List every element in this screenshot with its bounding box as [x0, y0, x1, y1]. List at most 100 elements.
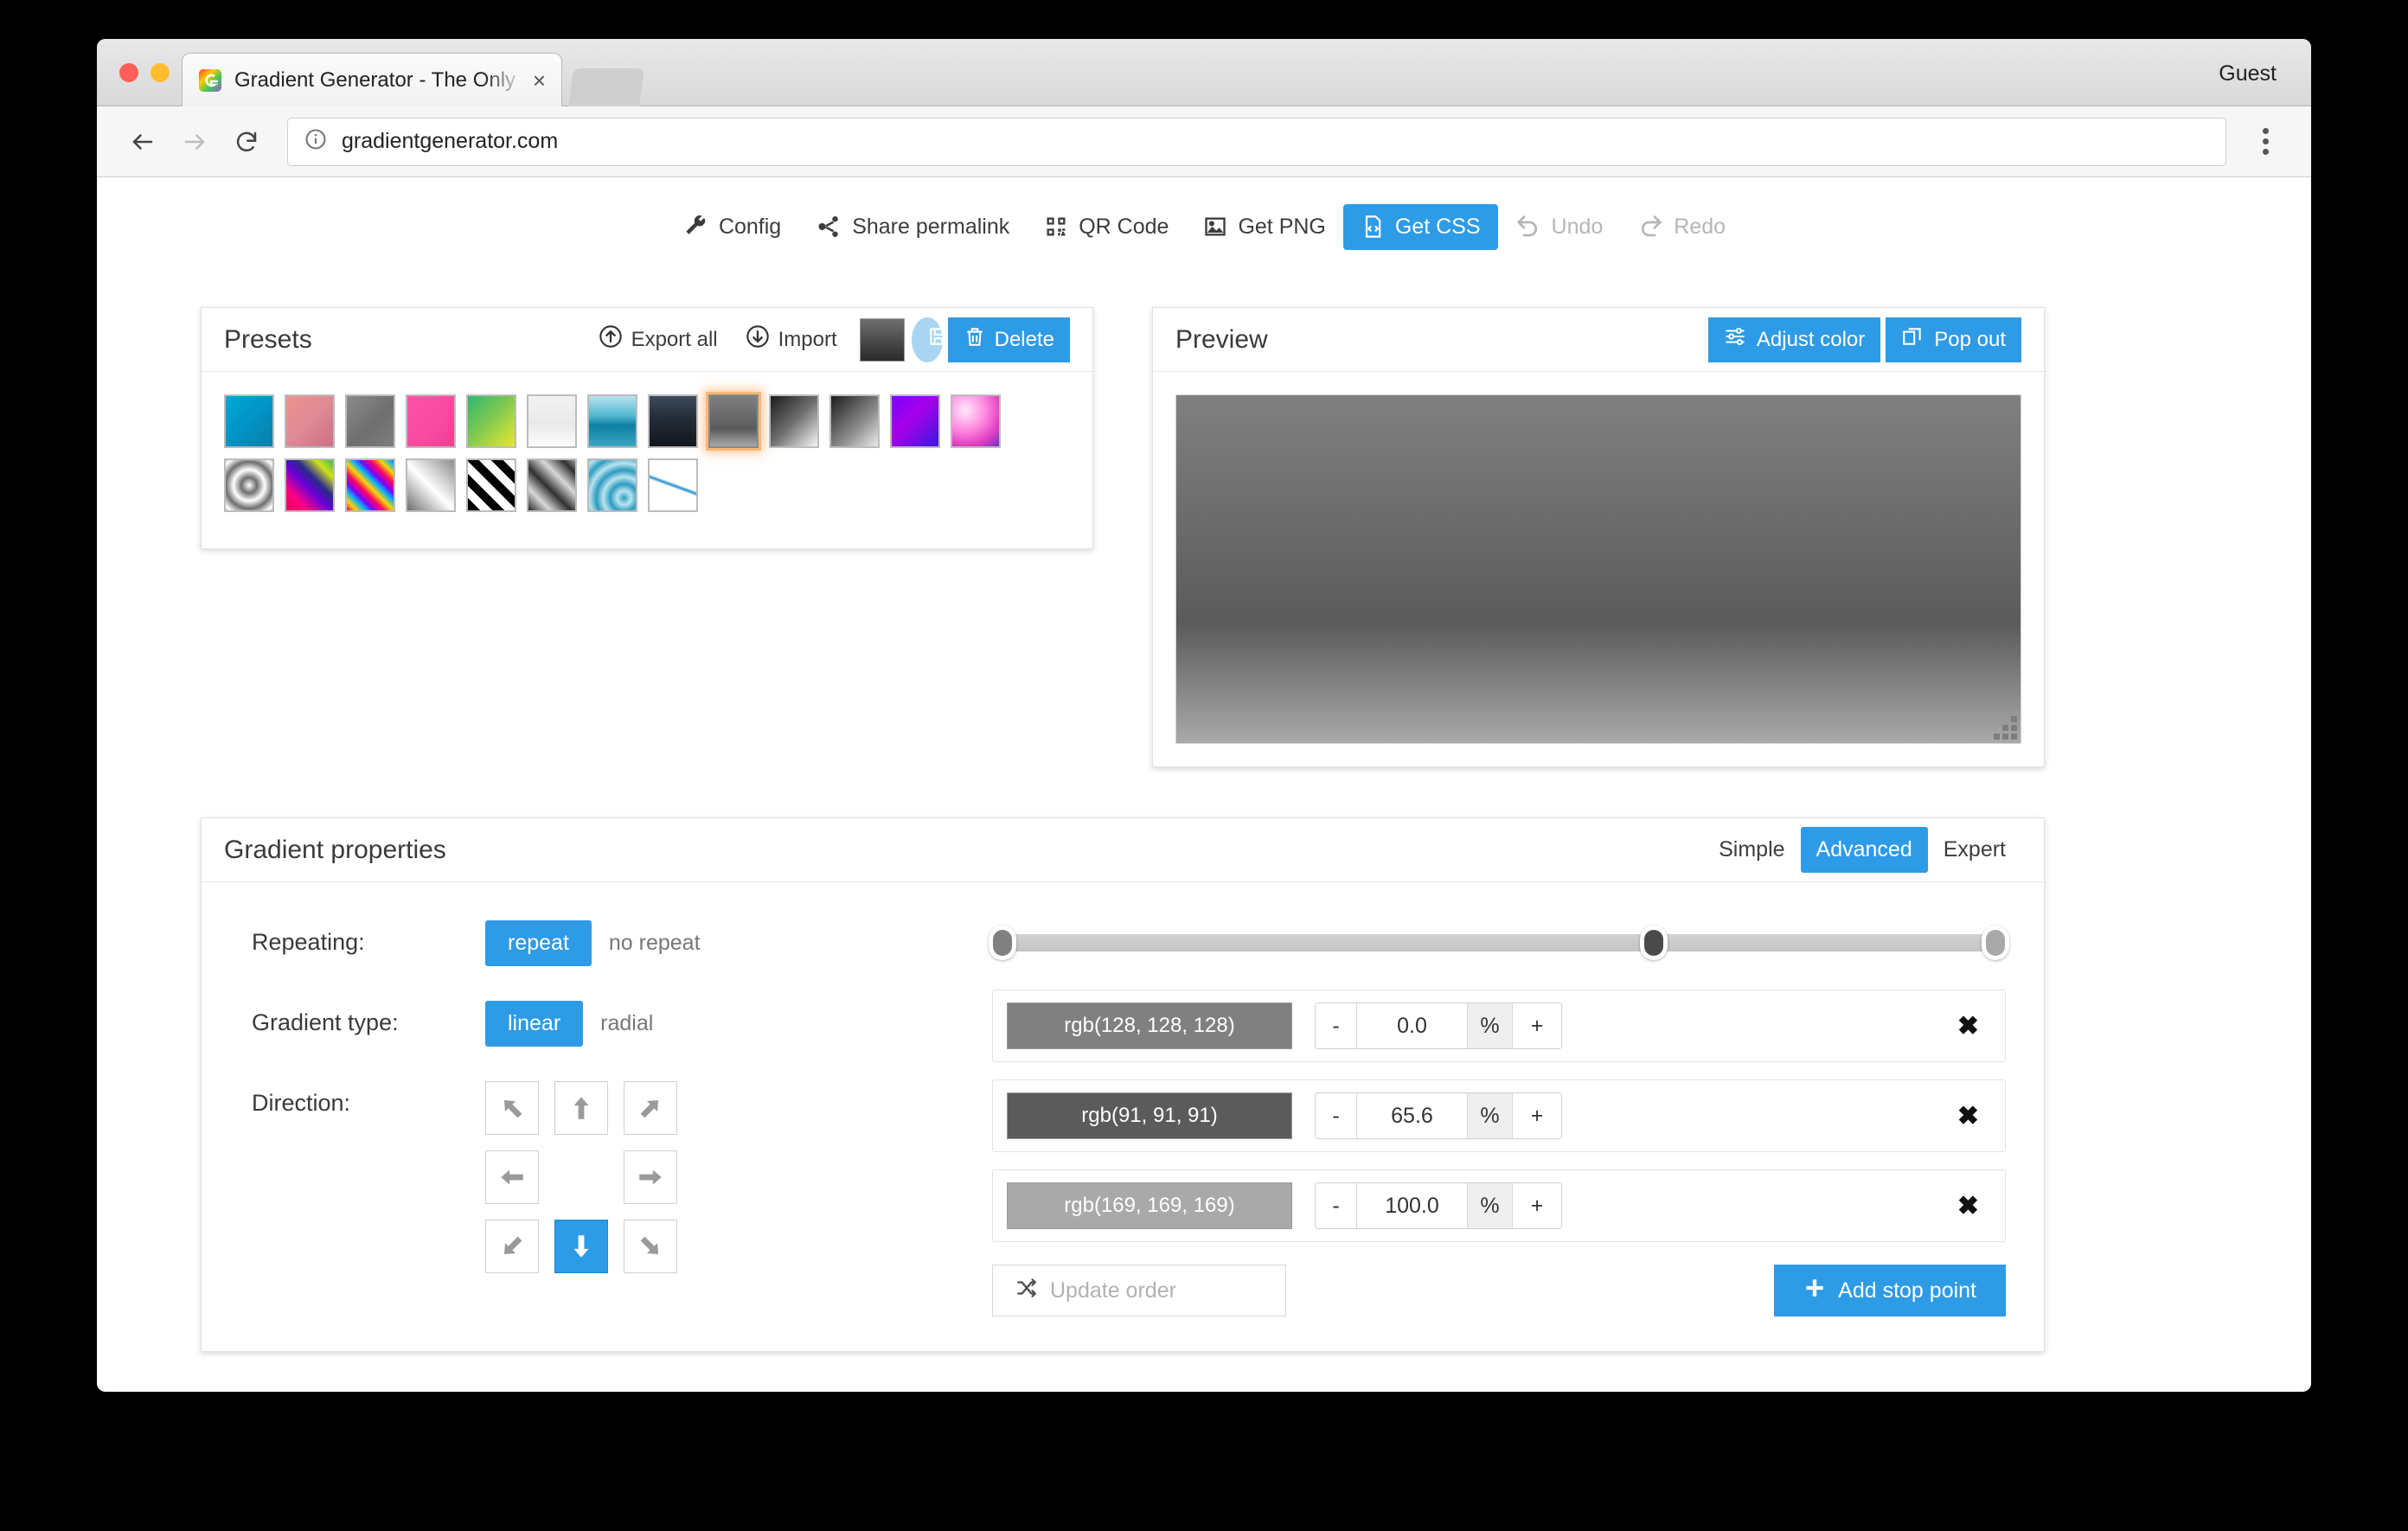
stop-color-swatch[interactable]: rgb(128, 128, 128) — [1007, 1003, 1292, 1049]
profile-label[interactable]: Guest — [2219, 61, 2277, 86]
export-all-button[interactable]: Export all — [585, 317, 732, 362]
stop-decrement-button[interactable]: - — [1316, 1093, 1357, 1138]
current-gradient-swatch[interactable] — [859, 317, 905, 362]
toolbar-item-label: Undo — [1551, 214, 1604, 239]
direction-button-up[interactable] — [554, 1081, 608, 1135]
adjust-color-button[interactable]: Adjust color — [1707, 317, 1881, 362]
slider-handle-1[interactable] — [1640, 926, 1668, 960]
close-tab-button[interactable]: × — [533, 69, 546, 92]
reload-icon[interactable] — [223, 119, 270, 165]
stop-decrement-button[interactable]: - — [1316, 1003, 1357, 1048]
toolbar-item-qr-code[interactable]: QR Code — [1027, 204, 1186, 250]
direction-button-up-left[interactable] — [485, 1081, 539, 1135]
close-window-button[interactable] — [119, 63, 138, 82]
toolbar-item-config[interactable]: Config — [665, 203, 798, 250]
stop-color-swatch[interactable]: rgb(91, 91, 91) — [1007, 1092, 1292, 1139]
preset-swatch[interactable] — [406, 394, 456, 448]
new-tab-strip-area[interactable] — [567, 68, 645, 106]
remove-stop-button[interactable]: ✖ — [1957, 1011, 1979, 1041]
direction-button-down[interactable] — [554, 1220, 608, 1273]
arrow-icon — [503, 1236, 522, 1255]
preset-swatch[interactable] — [769, 394, 819, 448]
stop-unit-label[interactable]: % — [1468, 1093, 1513, 1138]
preset-swatch[interactable] — [648, 394, 698, 448]
direction-button-down-right[interactable] — [624, 1220, 677, 1273]
preset-swatch[interactable] — [345, 394, 395, 448]
stop-point-row: rgb(91, 91, 91) -65.6% + ✖ — [992, 1079, 2006, 1152]
preset-swatch[interactable] — [587, 458, 637, 512]
stop-point-list: rgb(128, 128, 128) -0.0% + ✖ rgb(91, 91, 91)… — [992, 990, 2006, 1242]
stop-increment-button[interactable]: + — [1513, 1003, 1561, 1048]
slider-track[interactable] — [1002, 934, 1995, 951]
slider-handle-0[interactable] — [989, 926, 1016, 960]
stop-color-label: rgb(128, 128, 128) — [1064, 1014, 1235, 1037]
direction-button-down-left[interactable] — [485, 1220, 539, 1273]
browser-tab[interactable]: Gradient Generator - The Only × — [182, 53, 562, 106]
shuffle-icon — [1015, 1277, 1038, 1305]
toolbar-item-share-permalink[interactable]: Share permalink — [798, 203, 1027, 250]
linear-option-button[interactable]: linear — [485, 1001, 584, 1047]
preset-swatch[interactable] — [829, 394, 880, 448]
stop-unit-label[interactable]: % — [1468, 1183, 1513, 1228]
toolbar-item-label: Share permalink — [852, 214, 1010, 239]
stop-decrement-button[interactable]: - — [1316, 1183, 1357, 1228]
app-toolbar: Config Share permalink QR Code Get PNG Get C… — [97, 177, 2311, 250]
update-order-button[interactable]: Update order — [992, 1265, 1286, 1316]
stop-increment-button[interactable]: + — [1513, 1093, 1561, 1138]
stop-position-slider[interactable] — [989, 926, 2009, 960]
stop-position-input[interactable]: 100.0 — [1357, 1183, 1468, 1228]
import-button[interactable]: Import — [732, 317, 851, 362]
direction-button-left[interactable] — [485, 1150, 539, 1204]
preset-swatch[interactable] — [708, 394, 759, 448]
preset-swatch[interactable] — [406, 458, 456, 512]
preset-swatch[interactable] — [345, 458, 395, 512]
radial-option-button[interactable]: radial — [583, 1001, 670, 1047]
arrow-icon — [501, 1169, 523, 1185]
stop-color-swatch[interactable]: rgb(169, 169, 169) — [1007, 1182, 1292, 1229]
preset-swatch[interactable] — [951, 394, 1001, 448]
stop-point-row: rgb(169, 169, 169) -100.0% + ✖ — [992, 1169, 2006, 1242]
mode-tab-advanced[interactable]: Advanced — [1800, 827, 1928, 873]
preset-swatch[interactable] — [648, 458, 698, 512]
delete-preset-button[interactable]: Delete — [947, 317, 1070, 362]
save-preset-button[interactable]: Save — [911, 317, 1005, 362]
arrow-icon — [640, 1236, 659, 1255]
slider-handle-2[interactable] — [1982, 926, 2009, 960]
stop-point-row: rgb(128, 128, 128) -0.0% + ✖ — [992, 990, 2006, 1062]
preset-swatch[interactable] — [224, 458, 274, 512]
pop-out-button[interactable]: Pop out — [1886, 317, 2021, 362]
kebab-menu-icon[interactable] — [2242, 119, 2289, 165]
preset-swatch[interactable] — [466, 458, 516, 512]
toolbar-item-get-png[interactable]: Get PNG — [1186, 204, 1342, 250]
mode-tab-expert[interactable]: Expert — [1928, 827, 2021, 873]
preset-swatch[interactable] — [285, 458, 335, 512]
info-icon[interactable] — [304, 127, 328, 156]
stop-position-input[interactable]: 0.0 — [1357, 1003, 1468, 1048]
back-arrow-icon[interactable] — [119, 119, 166, 165]
stop-position-stepper: -0.0% + — [1315, 1003, 1562, 1049]
arrow-icon — [573, 1235, 589, 1258]
preset-swatch[interactable] — [527, 458, 577, 512]
stop-position-input[interactable]: 65.6 — [1357, 1093, 1468, 1138]
add-stop-point-button[interactable]: Add stop point — [1774, 1265, 2006, 1316]
mode-tab-simple[interactable]: Simple — [1703, 827, 1800, 873]
minimize-window-button[interactable] — [150, 63, 170, 82]
toolbar-item-get-css[interactable]: Get CSS — [1342, 203, 1498, 250]
remove-stop-button[interactable]: ✖ — [1957, 1191, 1979, 1221]
address-bar[interactable]: gradientgenerator.com — [287, 117, 2226, 166]
preset-swatch[interactable] — [285, 394, 335, 448]
preset-swatch[interactable] — [527, 394, 577, 448]
preset-swatch[interactable] — [466, 394, 516, 448]
preset-swatch[interactable] — [587, 394, 637, 448]
presets-panel: Presets Export all Import Delete — [201, 307, 1093, 549]
resize-grip[interactable] — [1994, 716, 2017, 740]
preset-swatch[interactable] — [224, 394, 274, 448]
direction-button-up-right[interactable] — [624, 1081, 677, 1135]
repeat-option-button[interactable]: repeat — [485, 920, 592, 966]
preset-swatch[interactable] — [890, 394, 940, 448]
no-repeat-option-button[interactable]: no repeat — [592, 920, 718, 966]
stop-increment-button[interactable]: + — [1513, 1183, 1561, 1228]
direction-button-right[interactable] — [624, 1150, 677, 1204]
stop-unit-label[interactable]: % — [1468, 1003, 1513, 1048]
remove-stop-button[interactable]: ✖ — [1957, 1101, 1979, 1131]
